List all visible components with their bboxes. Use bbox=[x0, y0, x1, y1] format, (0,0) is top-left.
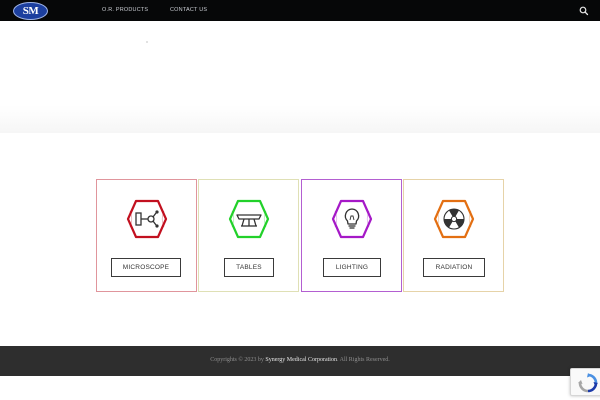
category-card-lighting[interactable]: LIGHTING bbox=[301, 179, 402, 292]
logo[interactable]: SM bbox=[13, 2, 48, 20]
footer: Copyrights © 2023 by Synergy Medical Cor… bbox=[0, 346, 600, 376]
copyright-suffix: . All Rights Reserved. bbox=[336, 357, 390, 363]
recaptcha-badge[interactable] bbox=[570, 368, 600, 396]
top-navbar: SM O.R. PRODUCTS CONTACT US bbox=[0, 0, 600, 21]
search-icon bbox=[579, 6, 589, 16]
radiation-icon bbox=[433, 199, 475, 239]
copyright-text: Copyrights © 2023 by Synergy Medical Cor… bbox=[0, 357, 600, 363]
radiation-button[interactable]: RADIATION bbox=[423, 258, 485, 277]
category-card-tables[interactable]: TABLES bbox=[198, 179, 299, 292]
table-icon bbox=[228, 199, 270, 239]
hero-banner bbox=[0, 21, 600, 133]
lightbulb-icon bbox=[331, 199, 373, 239]
copyright-prefix: Copyrights © 2023 by bbox=[210, 357, 266, 363]
category-card-radiation[interactable]: RADIATION bbox=[403, 179, 504, 292]
nav-link-or-products[interactable]: O.R. PRODUCTS bbox=[102, 7, 148, 13]
nav-link-contact-us[interactable]: CONTACT US bbox=[170, 7, 207, 13]
recaptcha-icon bbox=[578, 373, 598, 393]
company-name: Synergy Medical Corporation bbox=[265, 357, 337, 363]
lighting-button[interactable]: LIGHTING bbox=[323, 258, 381, 277]
tables-button[interactable]: TABLES bbox=[224, 258, 274, 277]
microscope-icon bbox=[126, 199, 168, 239]
category-card-microscope[interactable]: MICROSCOPE bbox=[96, 179, 197, 292]
search-button[interactable] bbox=[578, 4, 590, 16]
hero-decoration bbox=[146, 41, 148, 43]
microscope-button[interactable]: MICROSCOPE bbox=[111, 258, 181, 277]
